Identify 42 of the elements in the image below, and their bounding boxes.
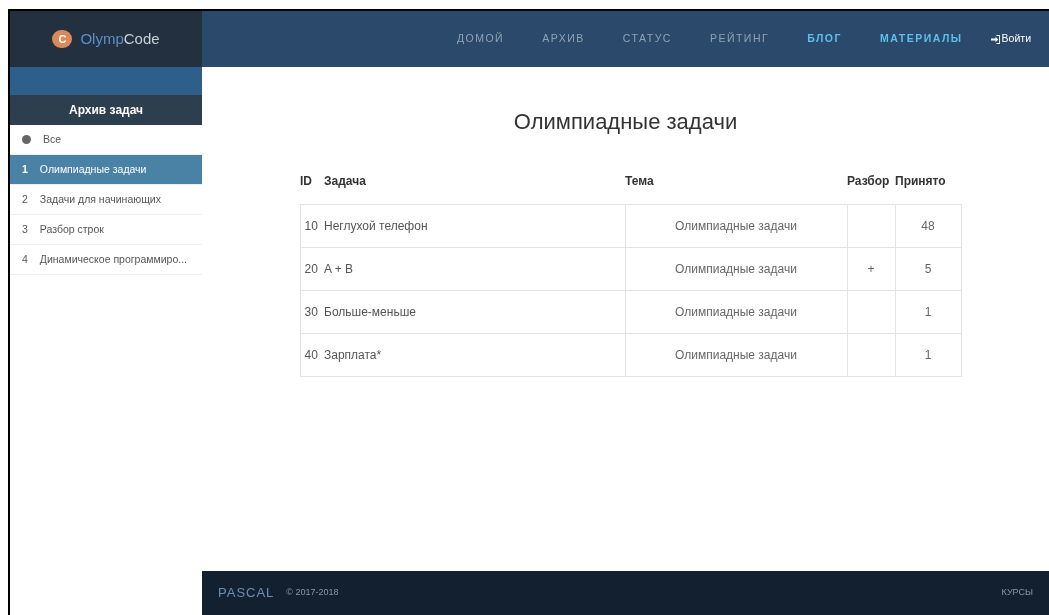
column-header: Тема <box>625 174 654 188</box>
nav-link[interactable]: ДОМОЙ <box>456 31 505 47</box>
footer-link[interactable]: КУРСЫ <box>1001 586 1033 600</box>
nav-link[interactable]: БЛОГ <box>807 31 842 47</box>
table-cell: 48 <box>895 204 961 248</box>
logo-icon: C <box>52 30 73 48</box>
column-header: Разбор <box>847 174 890 188</box>
table-cell: 1 <box>895 333 961 377</box>
table-cell: A + B <box>324 247 625 291</box>
table-cell: Олимпиадные задачи <box>625 247 847 291</box>
table-cell: 40 <box>300 333 324 377</box>
table-cell: 1 <box>895 290 961 334</box>
table-cell <box>847 333 895 377</box>
column-header: Принято <box>895 174 946 188</box>
table-cell <box>847 290 895 334</box>
nav-link[interactable]: АРХИВ <box>542 31 585 47</box>
logo-text: OlympCode <box>80 28 160 49</box>
login-link[interactable]: Войти <box>990 31 1031 47</box>
table-cell: Зарплата* <box>324 333 625 377</box>
column-header: Задача <box>324 174 366 188</box>
nav-link[interactable]: МАТЕРИАЛЫ <box>879 31 963 47</box>
info-icon <box>22 135 31 144</box>
sidebar-title: Архив задач <box>10 95 202 125</box>
table-cell: Неглухой телефон <box>324 204 625 248</box>
table-cell <box>847 204 895 248</box>
page-title: Олимпиадные задачи <box>513 108 738 136</box>
nav-link[interactable]: РЕЙТИНГ <box>709 31 770 47</box>
table-cell: Олимпиадные задачи <box>625 333 847 377</box>
table-cell: + <box>847 247 895 291</box>
sidebar-item[interactable]: 1 Олимпиадные задачи <box>10 155 202 185</box>
table-cell: Олимпиадные задачи <box>625 290 847 334</box>
footer-brand: PASCAL <box>218 584 275 603</box>
table-cell: 30 <box>300 290 324 334</box>
table-cell: 20 <box>300 247 324 291</box>
table-cell: 10 <box>300 204 324 248</box>
table-cell: 5 <box>895 247 961 291</box>
copyright-text: © 2017-2018 <box>286 586 339 600</box>
table-cell: Олимпиадные задачи <box>625 204 847 248</box>
login-icon <box>990 34 1000 44</box>
table-cell: Больше-меньше <box>324 290 625 334</box>
column-header: ID <box>300 174 312 188</box>
nav-link[interactable]: СТАТУС <box>622 31 672 47</box>
